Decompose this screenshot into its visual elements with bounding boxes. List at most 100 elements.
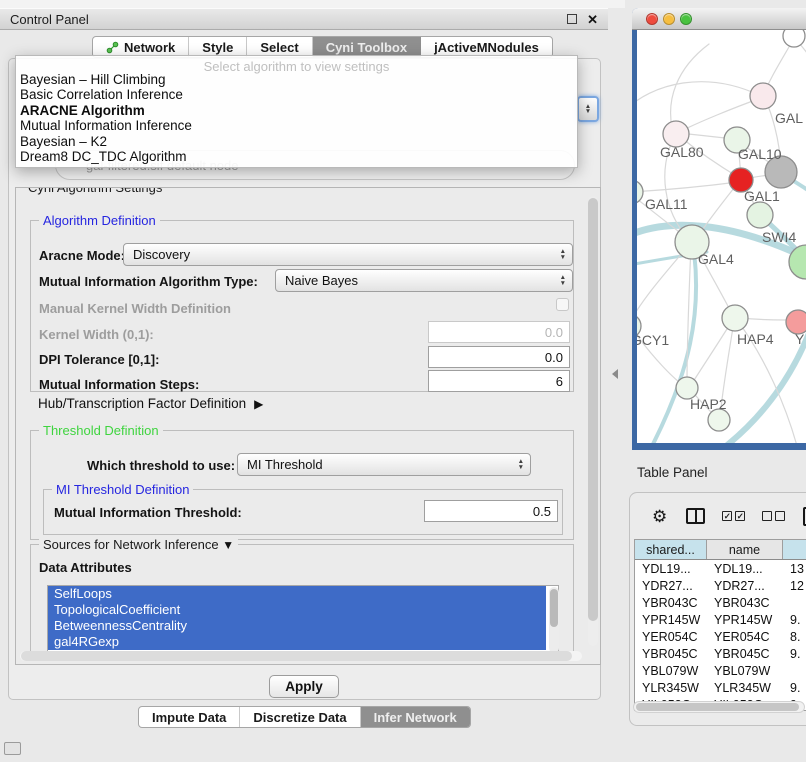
- table-cell: 8.: [783, 630, 806, 644]
- network-window-titlebar[interactable]: [632, 8, 806, 30]
- minimized-panel-icon[interactable]: [4, 742, 21, 755]
- zoom-light-icon[interactable]: [680, 13, 692, 25]
- table-row[interactable]: YLR345WYLR345W9.: [635, 679, 806, 696]
- node-label: GAL4: [698, 251, 734, 267]
- mi-steps-field[interactable]: 6: [428, 370, 570, 392]
- settings-vscroll-thumb[interactable]: [588, 198, 598, 621]
- network-edge[interactable]: [687, 245, 691, 384]
- minimize-light-icon[interactable]: [663, 13, 675, 25]
- table-row[interactable]: YBR043CYBR043C: [635, 594, 806, 611]
- algorithm-option-dream8-dc-tdc-algorithm[interactable]: Dream8 DC_TDC Algorithm: [16, 149, 577, 164]
- settings-hscroll-thumb[interactable]: [21, 651, 572, 661]
- table-cell: YBR043C: [707, 596, 783, 610]
- table-cell: YBR045C: [707, 647, 783, 661]
- dpi-tolerance-field[interactable]: 0.0: [428, 346, 570, 368]
- algorithm-prompt: Select algorithm to view settings: [16, 56, 577, 72]
- table-header-row: shared...name: [635, 540, 806, 560]
- table-row[interactable]: YBL079WYBL079W: [635, 662, 806, 679]
- network-node-gal2[interactable]: [750, 83, 776, 109]
- node-label: GAL10: [738, 146, 782, 162]
- cyni-settings-scrollpane: Cyni Algorithm Settings Algorithm Defini…: [15, 187, 601, 665]
- deselect-all-columns-icon[interactable]: [762, 511, 785, 521]
- algorithm-option-mutual-information-inference[interactable]: Mutual Information Inference: [16, 118, 577, 133]
- bottom-tabbar: Impute DataDiscretize DataInfer Network: [138, 706, 471, 728]
- network-node-gal11[interactable]: [637, 180, 643, 204]
- kernel-width-label: Kernel Width (0,1):: [39, 327, 154, 342]
- panel-collapse-handle-icon[interactable]: [612, 369, 618, 379]
- stepper-icon: ▲▼: [512, 459, 530, 470]
- aracne-mode-label: Aracne Mode:: [39, 248, 125, 263]
- column-header-name[interactable]: name: [707, 540, 783, 559]
- network-node-swi4[interactable]: [747, 202, 773, 228]
- tab-impute-data[interactable]: Impute Data: [139, 707, 240, 727]
- data-attribute-item[interactable]: gal4RGexp: [48, 634, 546, 650]
- network-node-hap4[interactable]: [722, 305, 748, 331]
- network-node-top-partial[interactable]: [783, 30, 805, 47]
- data-attribute-item[interactable]: SelfLoops: [48, 586, 546, 602]
- column-header-shared[interactable]: shared...: [635, 540, 707, 559]
- data-attribute-item[interactable]: TopologicalCoefficient: [48, 602, 546, 618]
- split-columns-icon[interactable]: [686, 508, 705, 524]
- algorithm-option-bayesian-k2[interactable]: Bayesian – K2: [16, 134, 577, 149]
- table-cell: 9.: [783, 647, 806, 661]
- table-cell: YER054C: [635, 630, 707, 644]
- apply-button[interactable]: Apply: [269, 675, 339, 698]
- table-row[interactable]: YER054CYER054C8.: [635, 628, 806, 645]
- table-row[interactable]: YDL19...YDL19...13: [635, 560, 806, 577]
- table-hscroll-thumb[interactable]: [636, 703, 799, 711]
- data-attributes-list[interactable]: SelfLoopsTopologicalCoefficientBetweenne…: [47, 585, 559, 655]
- threshold-definition-group: Threshold Definition Which threshold to …: [30, 430, 574, 540]
- algorithm-definition-title: Algorithm Definition: [39, 213, 160, 228]
- kernel-width-field[interactable]: 0.0: [428, 321, 570, 343]
- manual-kernel-checkbox[interactable]: [556, 298, 569, 311]
- tab-select[interactable]: Select: [247, 37, 312, 57]
- network-canvas[interactable]: GALGAL80GAL10GAL1GAL11SWI4GAL4GCY1HAP4YH…: [637, 30, 806, 443]
- float-panel-icon[interactable]: [567, 14, 577, 24]
- table-row[interactable]: YDR27...YDR27...12: [635, 577, 806, 594]
- network-edge[interactable]: [637, 182, 738, 192]
- close-panel-icon[interactable]: ✕: [587, 13, 598, 26]
- network-edge[interactable]: [671, 44, 709, 132]
- which-threshold-label: Which threshold to use:: [87, 458, 235, 473]
- tab-infer-network[interactable]: Infer Network: [361, 707, 470, 727]
- tab-cyni-toolbox[interactable]: Cyni Toolbox: [313, 37, 421, 57]
- control-panel-titlebar: Control Panel ✕: [0, 8, 608, 30]
- network-edge[interactable]: [637, 82, 761, 112]
- mi-algorithm-type-select[interactable]: Naive Bayes ▲▼: [275, 269, 573, 292]
- table-cell: 9.: [783, 681, 806, 695]
- select-all-columns-icon[interactable]: ✓✓: [722, 511, 745, 521]
- node-label: GAL: [775, 110, 803, 126]
- tab-network[interactable]: Network: [93, 37, 189, 57]
- dpi-tolerance-label: DPI Tolerance [0,1]:: [39, 352, 159, 367]
- table-cell: YDL19...: [707, 562, 783, 576]
- tab-jactivemnodules[interactable]: jActiveMNodules: [421, 37, 552, 57]
- column-header-col2[interactable]: [783, 540, 806, 559]
- data-attribute-item[interactable]: BetweennessCentrality: [48, 618, 546, 634]
- algorithm-option-basic-correlation-inference[interactable]: Basic Correlation Inference: [16, 87, 577, 102]
- network-view-window: GALGAL80GAL10GAL1GAL11SWI4GAL4GCY1HAP4YH…: [632, 8, 806, 450]
- table-cell: YLR345W: [635, 681, 707, 695]
- which-threshold-value: MI Threshold: [238, 457, 512, 472]
- aracne-mode-select[interactable]: Discovery ▲▼: [123, 243, 573, 266]
- stepper-icon: ▲▼: [554, 275, 572, 286]
- mi-type-value: Naive Bayes: [276, 273, 554, 288]
- network-edge[interactable]: [679, 98, 761, 132]
- network-node-bottom[interactable]: [708, 409, 730, 431]
- sources-section-header[interactable]: Sources for Network Inference ▼: [39, 537, 238, 553]
- table-cell: YBL079W: [635, 664, 707, 678]
- gear-icon[interactable]: ⚙: [652, 508, 667, 525]
- algorithm-option-aracne-algorithm[interactable]: ARACNE Algorithm: [16, 103, 577, 118]
- table-row[interactable]: YPR145WYPR145W9.: [635, 611, 806, 628]
- mi-threshold-field[interactable]: 0.5: [424, 500, 558, 522]
- which-threshold-select[interactable]: MI Threshold ▲▼: [237, 453, 531, 476]
- mi-threshold-definition-title: MI Threshold Definition: [52, 482, 193, 497]
- close-light-icon[interactable]: [646, 13, 658, 25]
- table-row[interactable]: YBR045CYBR045C9.: [635, 645, 806, 662]
- inference-algorithm-select-stepper[interactable]: ▲▼: [577, 96, 599, 122]
- tab-style[interactable]: Style: [189, 37, 247, 57]
- table-cell: YER054C: [707, 630, 783, 644]
- tab-discretize-data[interactable]: Discretize Data: [240, 707, 360, 727]
- hub-transcription-section-header[interactable]: Hub/Transcription Factor Definition ▶: [38, 396, 263, 411]
- attributes-scrollbar-thumb[interactable]: [550, 589, 558, 627]
- algorithm-option-bayesian-hill-climbing[interactable]: Bayesian – Hill Climbing: [16, 72, 577, 87]
